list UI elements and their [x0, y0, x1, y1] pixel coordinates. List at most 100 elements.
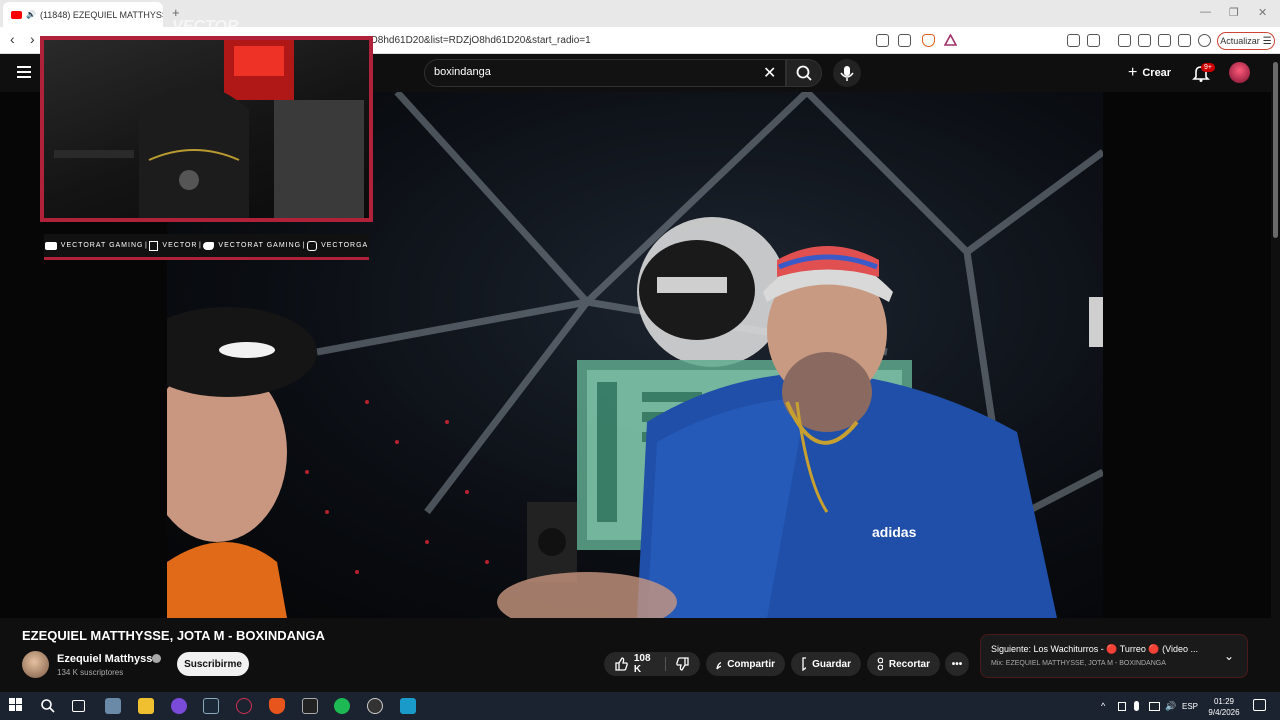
obs-icon[interactable]	[367, 698, 383, 714]
microphone-tray-icon[interactable]	[1134, 701, 1139, 711]
share-page-icon[interactable]	[898, 34, 911, 47]
like-icon[interactable]	[614, 657, 628, 671]
app-icon[interactable]	[400, 698, 416, 714]
streamer-watermark: VECTOR	[172, 18, 239, 35]
microphone-icon	[840, 66, 854, 81]
youtube-social-icon: VECTORAT GAMING	[44, 241, 144, 250]
next-up-title[interactable]: Siguiente: Los Wachiturros - 🔴 Turreo 🔴 …	[991, 644, 1206, 655]
like-divider	[665, 657, 666, 671]
notifications-badge: 9+	[1201, 63, 1215, 72]
back-arrow-icon[interactable]: ‹	[10, 31, 15, 47]
vpn-icon[interactable]	[1198, 34, 1211, 47]
forward-arrow-icon[interactable]: ›	[30, 31, 35, 47]
search-taskbar-icon[interactable]	[40, 698, 56, 714]
tray-app-icon[interactable]	[1118, 702, 1126, 711]
video-title: EZEQUIEL MATTHYSSE, JOTA M - BOXINDANGA	[22, 628, 325, 643]
dislike-icon[interactable]	[676, 657, 690, 671]
file-explorer-icon[interactable]	[138, 698, 154, 714]
voice-search-button[interactable]	[833, 59, 861, 87]
clock-time: 01:29	[1213, 697, 1235, 706]
next-up-card[interactable]	[980, 634, 1248, 678]
subscriber-count: 134 K suscriptores	[57, 668, 124, 677]
tab-title: (11848) EZEQUIEL MATTHYSS	[39, 9, 163, 20]
clip-label: Recortar	[888, 658, 930, 670]
instagram-social-icon: VECTORGA	[307, 240, 369, 251]
social-separator: |	[302, 242, 306, 249]
network-icon[interactable]	[1149, 702, 1160, 711]
chevron-down-icon[interactable]: ⌄	[1224, 649, 1234, 663]
wallet-icon[interactable]	[1158, 34, 1171, 47]
social-twitch-label: VECTOR	[162, 242, 198, 249]
share-icon	[716, 661, 722, 670]
wall-fixture	[1089, 297, 1103, 347]
music-icon[interactable]	[1118, 34, 1131, 47]
like-dislike-group: 108 K	[604, 652, 700, 676]
brave-taskbar-icon[interactable]	[269, 698, 285, 714]
save-label: Guardar	[812, 658, 851, 670]
twitter-social-icon: VECTORAT GAMING	[203, 241, 302, 250]
bookmark-icon	[802, 657, 807, 671]
webcam-scene	[54, 40, 364, 218]
update-label: Actualizar	[1220, 36, 1260, 46]
discord-icon[interactable]	[171, 698, 187, 714]
social-links-bar: VECTORAT GAMING | VECTOR | VECTORAT GAMI…	[44, 234, 369, 260]
search-icon	[796, 65, 812, 81]
rewards-triangle-icon[interactable]	[944, 34, 957, 46]
recording-app-icon[interactable]	[236, 698, 252, 714]
share-button[interactable]: Compartir	[706, 652, 785, 676]
close-window-button[interactable]: ✕	[1258, 6, 1267, 19]
youtube-favicon-icon	[11, 10, 22, 19]
app-icon[interactable]	[105, 698, 121, 714]
webcam-overlay	[40, 36, 373, 222]
social-separator: |	[145, 242, 148, 249]
restore-button[interactable]: ❐	[1229, 6, 1239, 19]
scrollbar-thumb[interactable]	[1273, 62, 1278, 238]
social-instagram-label: VECTORGA	[321, 242, 369, 249]
account-avatar[interactable]	[1229, 62, 1250, 83]
windows-start-icon[interactable]	[9, 698, 23, 712]
search-button[interactable]	[786, 59, 822, 87]
leo-icon[interactable]	[1178, 34, 1191, 47]
browser-tab[interactable]: 🔊 (11848) EZEQUIEL MATTHYSS ×	[3, 2, 163, 27]
social-twitter-label: VECTORAT GAMING	[218, 242, 302, 249]
spotify-icon[interactable]	[334, 698, 350, 714]
create-button[interactable]: + Crear	[1128, 64, 1171, 82]
hamburger-menu-icon[interactable]	[17, 66, 31, 81]
clear-search-icon[interactable]: ✕	[763, 63, 776, 83]
verified-icon	[152, 654, 161, 663]
volume-icon[interactable]: 🔊	[1165, 701, 1176, 712]
create-label: Crear	[1142, 67, 1172, 79]
brave-shield-icon[interactable]	[922, 34, 935, 47]
steam-icon[interactable]	[203, 698, 219, 714]
svg-text:adidas: adidas	[872, 524, 917, 540]
task-view-icon[interactable]	[72, 700, 85, 712]
sidebar-icon[interactable]	[1138, 34, 1151, 47]
social-youtube-label: VECTORAT GAMING	[60, 242, 144, 249]
speaker-icon: 🔊	[26, 10, 36, 19]
more-actions-button[interactable]: •••	[945, 652, 969, 676]
language-indicator[interactable]: ESP	[1182, 702, 1198, 711]
scissors-icon	[877, 657, 883, 671]
notification-center-icon[interactable]	[1253, 699, 1266, 711]
plus-icon: +	[1128, 64, 1138, 81]
clock-date: 9/4/2026	[1208, 708, 1240, 717]
menu-icon: ☰	[1262, 35, 1272, 47]
windows-taskbar	[0, 692, 1280, 720]
clock[interactable]: 01:29 9/4/2026	[1206, 696, 1242, 718]
clip-button[interactable]: Recortar	[867, 652, 940, 676]
extensions-icon[interactable]	[1067, 34, 1080, 47]
subscribe-button[interactable]: Suscribirme	[177, 652, 249, 676]
search-query: boxindanga	[434, 66, 491, 78]
channel-name[interactable]: Ezequiel Matthysse	[57, 653, 158, 665]
url-field[interactable]: O8hd61D20&list=RDZjO8hd61D20&start_radio…	[370, 35, 591, 46]
update-button[interactable]: Actualizar ☰	[1217, 32, 1275, 50]
channel-avatar[interactable]	[22, 651, 49, 678]
app-icon[interactable]	[302, 698, 318, 714]
save-button[interactable]: Guardar	[791, 652, 861, 676]
twitch-social-icon: VECTOR	[149, 240, 198, 251]
cast-icon[interactable]	[876, 34, 889, 47]
tray-chevron-up-icon[interactable]: ^	[1101, 701, 1105, 711]
minimize-button[interactable]: —	[1200, 6, 1211, 18]
like-count[interactable]: 108 K	[634, 653, 660, 675]
reader-icon[interactable]	[1087, 34, 1100, 47]
